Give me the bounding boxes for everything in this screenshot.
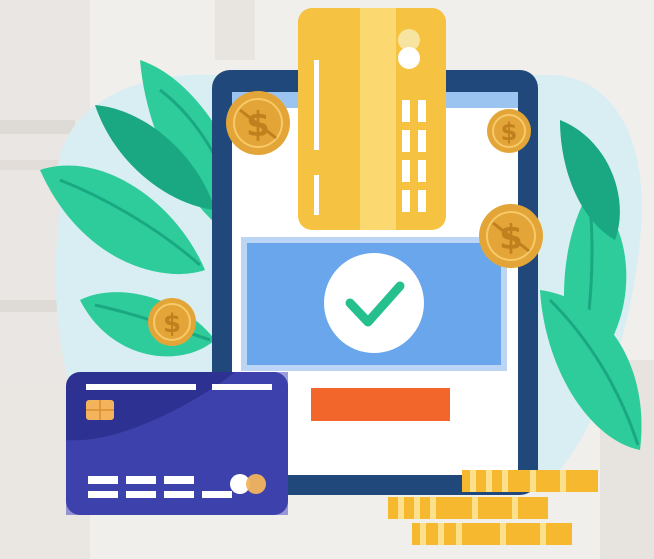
dollar-coin-icon: $: [479, 204, 543, 268]
navy-credit-card: [66, 372, 288, 515]
action-bar: [311, 388, 450, 421]
svg-text:$: $: [501, 118, 518, 146]
gold-credit-card: [298, 8, 446, 230]
dollar-coin-icon: $: [148, 298, 196, 346]
svg-text:$: $: [163, 309, 181, 339]
dollar-coin-icon: $: [487, 109, 531, 153]
success-badge: [324, 253, 424, 353]
payment-illustration: $ $ $ $: [0, 0, 654, 559]
dollar-coin-icon: $: [226, 91, 290, 155]
